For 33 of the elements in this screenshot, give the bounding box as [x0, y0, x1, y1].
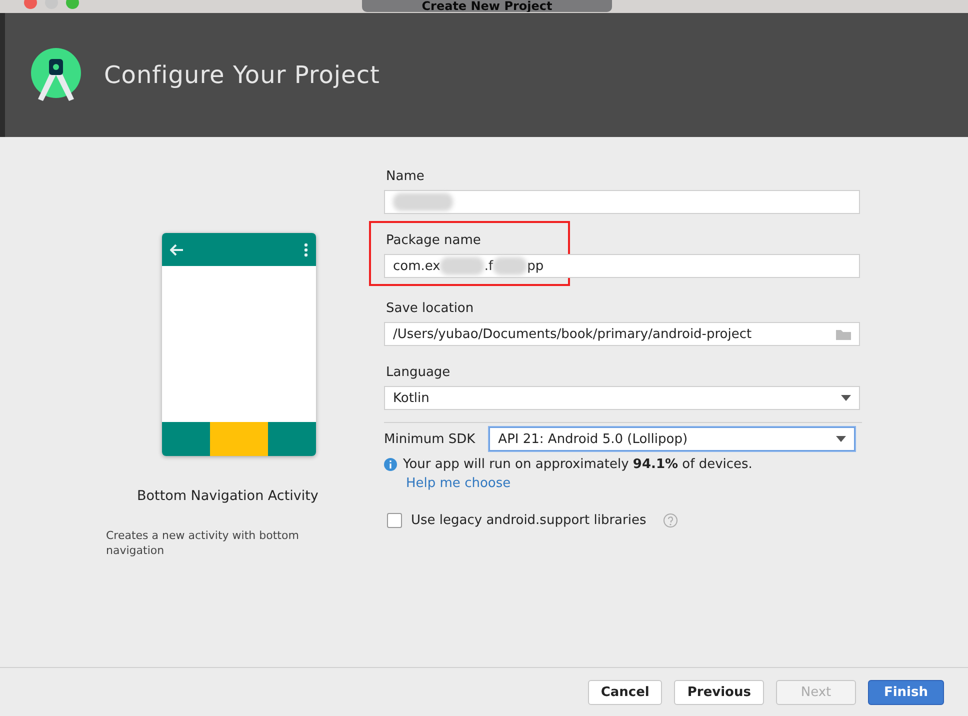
field-value: .f	[484, 258, 494, 274]
caret-icon	[841, 395, 851, 401]
input-field[interactable]: /Users/yubao/Documents/book/primary/android-project	[384, 322, 860, 346]
field-label: Name	[386, 169, 426, 184]
field-label: Save location	[386, 301, 475, 316]
field-label: Minimum SDK	[384, 432, 476, 446]
field-label: Language	[386, 365, 452, 380]
back-arrow-icon	[170, 244, 184, 256]
field-value: pp	[527, 258, 544, 274]
info-icon	[384, 458, 397, 471]
finish-button[interactable]: Finish	[868, 680, 944, 704]
field-value: Kotlin	[393, 390, 430, 406]
template-description: Creates a new activity with bottom navigation	[106, 528, 300, 558]
previous-button[interactable]: Previous	[674, 680, 764, 704]
sdk-dropdown[interactable]: API 21: Android 5.0 (Lollipop)	[489, 427, 856, 451]
field-label: Package name	[386, 233, 482, 248]
help-link[interactable]: Help me choose	[406, 476, 862, 491]
more-icon	[304, 242, 308, 256]
caret-icon	[836, 436, 846, 442]
field-value: /Users/yubao/Documents/book/primary/android-project	[393, 326, 752, 342]
legacy-checkbox[interactable]	[387, 513, 402, 528]
field-value: com.ex	[393, 258, 440, 274]
help-icon[interactable]	[663, 513, 678, 528]
folder-icon	[836, 328, 851, 340]
language-dropdown[interactable]: Kotlin	[384, 386, 860, 410]
cancel-button[interactable]: Cancel	[588, 680, 662, 704]
input-field[interactable]: com.ex .f pp	[384, 254, 860, 278]
input-field[interactable]	[384, 190, 860, 214]
template-name: Bottom Navigation Activity	[137, 488, 320, 504]
android-studio-logo-icon	[30, 47, 82, 103]
checkbox-label: Use legacy android.support libraries	[411, 513, 646, 528]
page-title: Configure Your Project	[104, 61, 380, 89]
info-text: Your app will run on approximately 94.1% of devices.	[403, 457, 752, 472]
